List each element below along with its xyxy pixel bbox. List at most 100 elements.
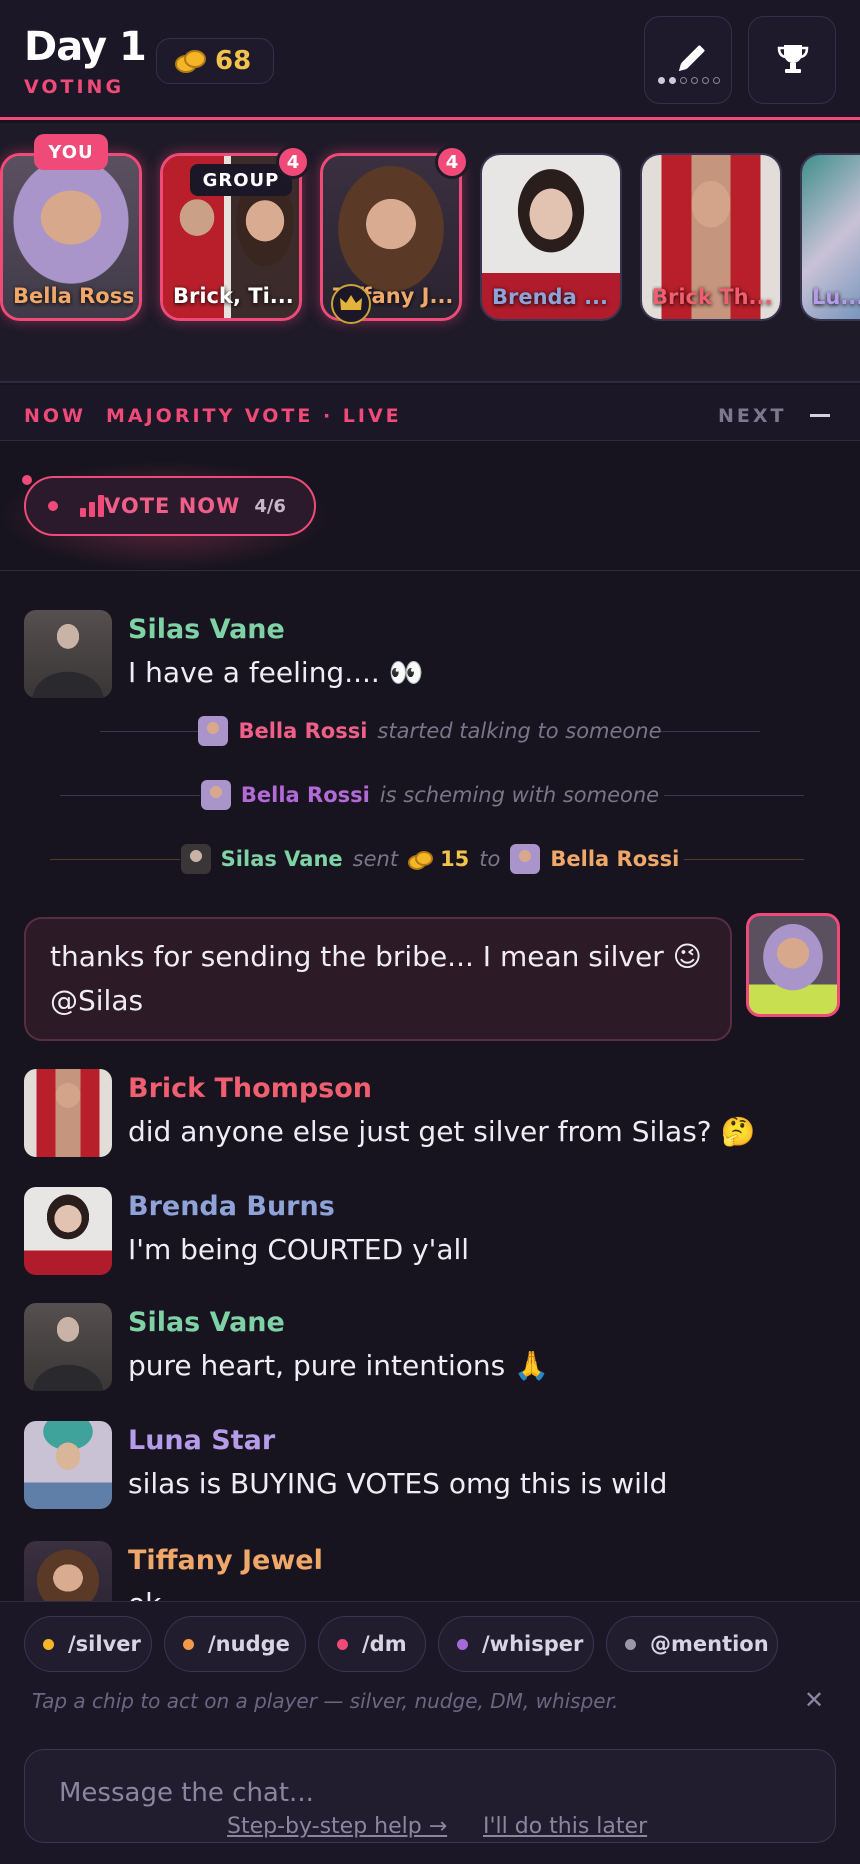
player-card-brick[interactable]: Brick Th... [640, 153, 782, 321]
phase-label: VOTING [24, 76, 125, 98]
step-help-link[interactable]: Step-by-step help → [227, 1814, 447, 1839]
chat-message: Silas Vane I have a feeling.... 👀 [24, 610, 834, 700]
vote-status: MAJORITY VOTE · LIVE [106, 405, 402, 427]
live-dot [48, 501, 58, 511]
transfer-verb: sent [352, 847, 399, 871]
chip-silver[interactable]: /silver [24, 1616, 152, 1672]
progress-dot [713, 77, 720, 84]
avatar [510, 844, 541, 874]
message-placeholder: Message the chat... [59, 1778, 314, 1808]
edit-button[interactable] [644, 16, 732, 104]
avatar[interactable] [24, 610, 112, 698]
you-badge: YOU [34, 134, 108, 170]
event-player[interactable]: Bella Rossi [241, 783, 370, 807]
message-author[interactable]: Tiffany Jewel [128, 1545, 323, 1576]
leaderboard-button[interactable] [748, 16, 836, 104]
avatar[interactable] [24, 1187, 112, 1275]
vote-now-label: VOTE NOW [104, 494, 241, 518]
message-input[interactable]: Message the chat... Step-by-step help → … [24, 1749, 836, 1843]
top-bar: Day 1 VOTING 68 [0, 0, 860, 120]
player-name: Brick, Ti... [173, 284, 293, 308]
chat-message: Luna Star silas is BUYING VOTES omg this… [24, 1421, 834, 1511]
message-author[interactable]: Silas Vane [128, 614, 285, 645]
avatar [180, 844, 211, 874]
own-message-line: thanks for sending the bribe... I mean s… [50, 940, 702, 973]
vote-area: VOTE NOW 4/6 [0, 441, 860, 571]
crown-icon [331, 284, 371, 324]
sender-name[interactable]: Silas Vane [221, 847, 343, 871]
message-author[interactable]: Brick Thompson [128, 1073, 372, 1104]
silver-coin-icon [408, 850, 434, 870]
chat-feed[interactable]: Silas Vane I have a feeling.... 👀 Bella … [0, 571, 860, 1601]
own-message-bubble: thanks for sending the bribe... I mean s… [24, 917, 732, 1041]
vote-status-bar: NOW MAJORITY VOTE · LIVE NEXT [0, 385, 860, 441]
players-strip: YOU GROUP 4 4 Bella Rossi Brick, Ti... T… [0, 123, 860, 383]
event-action: is scheming with someone [379, 783, 660, 807]
collapse-icon[interactable] [810, 414, 830, 417]
progress-dot [669, 77, 676, 84]
player-card-brenda[interactable]: Brenda ... [480, 153, 622, 321]
do-later-link[interactable]: I'll do this later [483, 1814, 647, 1839]
silver-transfer-event: Silas Vane sent 15 to Bella Rossi [0, 839, 860, 879]
message-author[interactable]: Silas Vane [128, 1307, 285, 1338]
message-text: did anyone else just get silver from Sil… [128, 1115, 756, 1148]
avatar[interactable] [24, 1541, 112, 1601]
own-avatar [746, 913, 840, 1017]
vote-now-button[interactable]: VOTE NOW 4/6 [24, 476, 316, 536]
event-player[interactable]: Bella Rossi [238, 719, 367, 743]
message-text: I have a feeling.... 👀 [128, 656, 424, 689]
chat-message: Tiffany Jewel ok [24, 1541, 834, 1601]
chip-dot [457, 1638, 468, 1650]
chip-dot [337, 1638, 348, 1650]
message-author[interactable]: Brenda Burns [128, 1191, 335, 1222]
player-card-bella[interactable]: Bella Rossi [0, 153, 142, 321]
recipient-name[interactable]: Bella Rossi [550, 847, 679, 871]
player-card-luna[interactable]: Lu... [800, 153, 860, 321]
next-label[interactable]: NEXT [718, 405, 787, 427]
bar-chart-icon [80, 495, 106, 517]
avatar[interactable] [24, 1421, 112, 1509]
vote-count: 4/6 [254, 495, 286, 517]
message-text: I'm being COURTED y'all [128, 1233, 470, 1266]
unread-count-badge: 4 [435, 145, 469, 179]
trophy-icon [777, 45, 809, 73]
progress-dots [657, 77, 721, 84]
chip-label: /nudge [208, 1632, 290, 1656]
pencil-icon [680, 44, 706, 70]
live-indicator-dot [20, 473, 34, 487]
close-icon[interactable]: ✕ [804, 1686, 824, 1714]
chip-whisper[interactable]: /whisper [438, 1616, 594, 1672]
unread-count-badge: 4 [276, 145, 310, 179]
chip-hint: Tap a chip to act on a player — silver, … [32, 1689, 619, 1713]
app-root: { "header": { "day_title": "Day 1", "pha… [0, 0, 860, 1864]
player-name: Bella Rossi [13, 284, 133, 308]
avatar [200, 780, 231, 810]
avatar[interactable] [24, 1303, 112, 1391]
system-event: Bella Rossi is scheming with someone [0, 775, 860, 815]
transfer-to: to [479, 847, 501, 871]
chip-dm[interactable]: /dm [318, 1616, 426, 1672]
day-title: Day 1 [24, 24, 147, 70]
chip-label: /whisper [482, 1632, 584, 1656]
player-name: Brenda ... [492, 285, 609, 309]
chat-message: Silas Vane pure heart, pure intentions 🙏 [24, 1303, 834, 1393]
chip-nudge[interactable]: /nudge [164, 1616, 306, 1672]
player-name: Lu... [812, 285, 860, 309]
avatar [198, 716, 229, 746]
silver-balance[interactable]: 68 [156, 38, 274, 84]
message-text: silas is BUYING VOTES omg this is wild [128, 1467, 668, 1500]
progress-dot [658, 77, 665, 84]
message-author[interactable]: Luna Star [128, 1425, 275, 1456]
avatar[interactable] [24, 1069, 112, 1157]
system-event: Bella Rossi started talking to someone [0, 711, 860, 751]
mention-text[interactable]: @Silas [50, 979, 706, 1023]
silver-coin-icon [175, 50, 206, 73]
bottom-panel: /silver /nudge /dm /whisper @mention Tap… [0, 1601, 860, 1864]
chip-mention[interactable]: @mention [606, 1616, 778, 1672]
chip-label: @mention [650, 1632, 769, 1656]
chip-dot [183, 1638, 194, 1650]
silver-amount: 68 [215, 46, 252, 76]
message-text: ok [128, 1587, 161, 1601]
chip-dot [625, 1638, 636, 1650]
chip-dot [43, 1638, 54, 1650]
